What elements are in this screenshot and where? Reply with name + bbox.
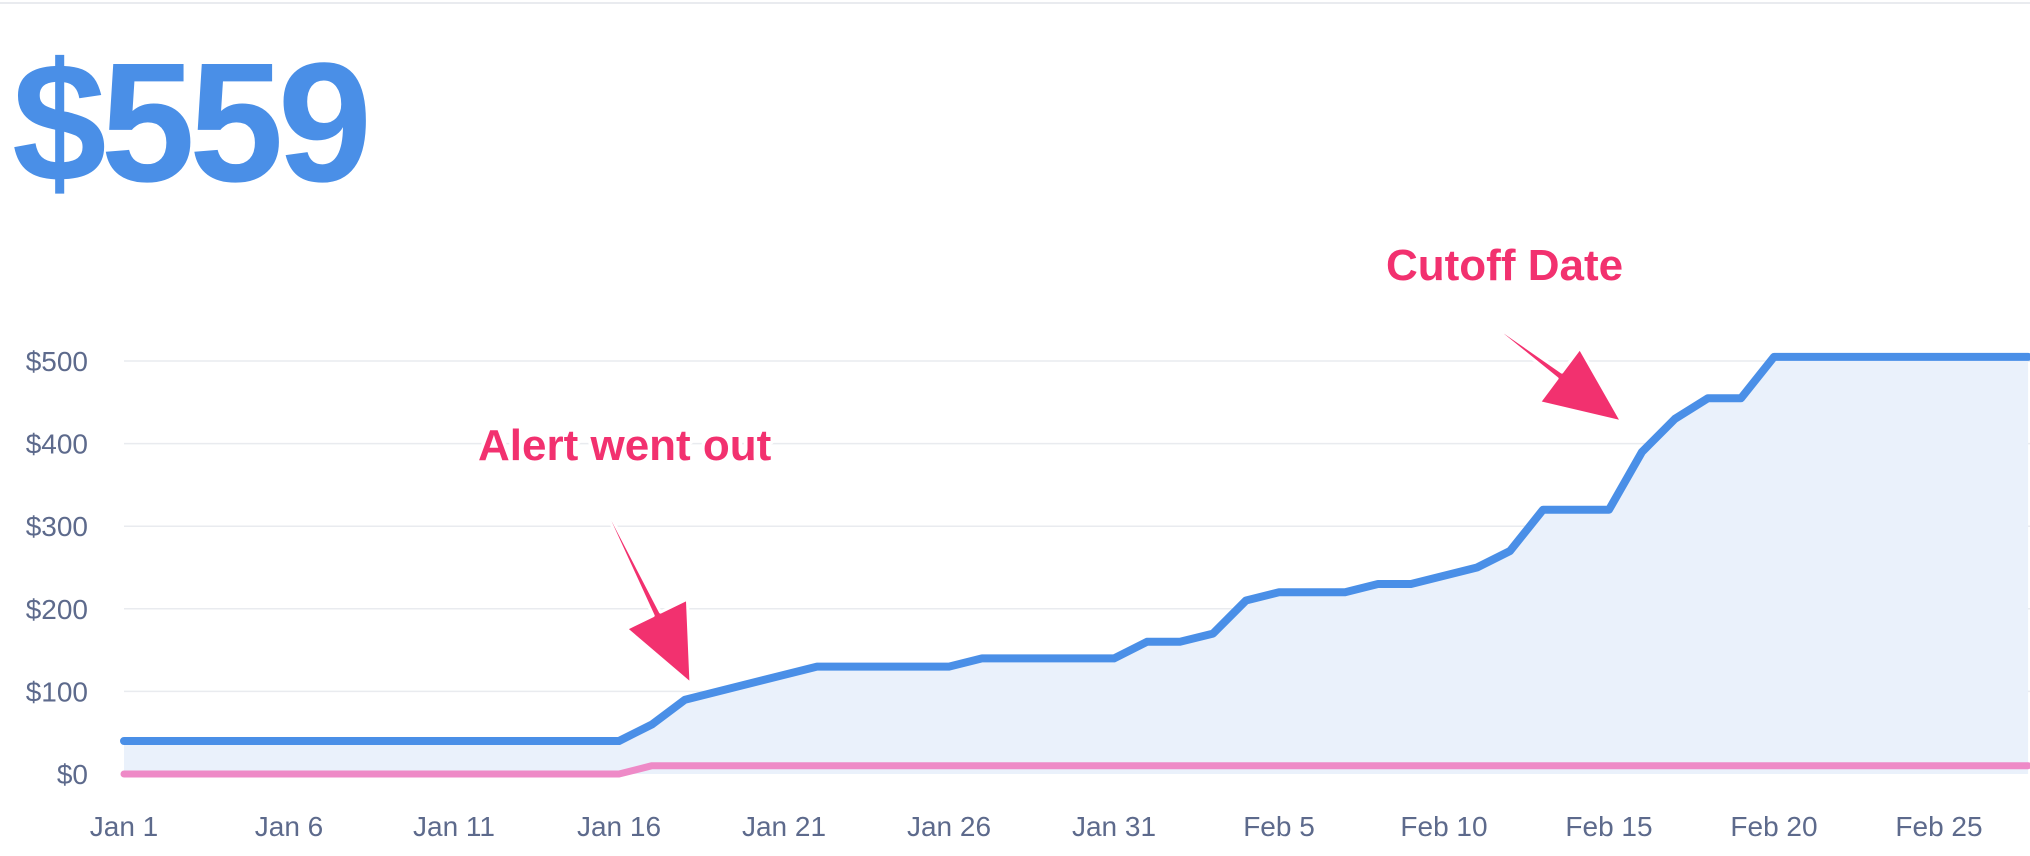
x-tick-label: Feb 15: [1565, 811, 1652, 842]
annotation-arrow-icon: [608, 517, 693, 686]
chart-page: $559 $0 $100 $200 $300 $400 $500 Jan 1 Jan 6 Ja…: [0, 0, 2030, 856]
y-tick-label: $400: [26, 429, 88, 460]
y-tick-label: $200: [26, 594, 88, 625]
x-tick-label: Jan 1: [90, 811, 159, 842]
x-tick-label: Jan 6: [255, 811, 324, 842]
x-tick-label: Feb 10: [1400, 811, 1487, 842]
x-tick-label: Jan 26: [907, 811, 991, 842]
series-area-1: [124, 356, 2029, 774]
annotation-arrow-icon: [1500, 330, 1624, 424]
area-fill-layer: [124, 356, 2029, 774]
y-tick-label: $500: [26, 346, 88, 377]
annotation-label: Cutoff Date: [1386, 241, 1623, 290]
y-axis: $0 $100 $200 $300 $400 $500: [26, 346, 88, 790]
annotation-label: Alert went out: [478, 421, 772, 470]
x-tick-label: Jan 21: [742, 811, 826, 842]
x-tick-label: Feb 25: [1895, 811, 1982, 842]
x-tick-label: Feb 20: [1730, 811, 1817, 842]
x-tick-label: Jan 11: [413, 811, 495, 842]
revenue-chart: $0$100$200$300$400$500 Jan 1 Jan 6 Jan 11 J…: [26, 238, 2030, 842]
x-axis: Jan 1 Jan 6 Jan 11 Jan 16 Jan 21 Jan 26 Jan 31…: [90, 811, 1983, 842]
x-tick-label: Jan 31: [1072, 811, 1156, 842]
x-tick-label: Feb 5: [1243, 811, 1315, 842]
y-tick-label: $100: [26, 676, 88, 707]
y-tick-label: $0: [57, 759, 88, 790]
y-tick-label: $300: [26, 511, 88, 542]
x-tick-label: Jan 16: [577, 811, 661, 842]
